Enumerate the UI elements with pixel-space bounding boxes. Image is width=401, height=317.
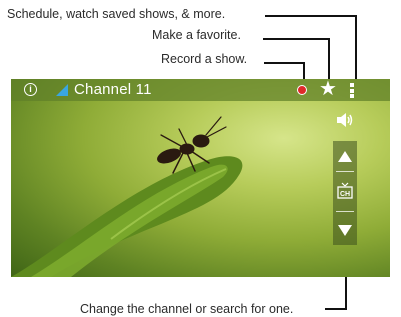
volume-icon[interactable]: [337, 113, 355, 127]
chevron-up-icon[interactable]: [338, 151, 352, 162]
callout-record: Record a show.: [161, 52, 248, 66]
record-icon[interactable]: [297, 85, 307, 95]
leader-record-h: [264, 62, 305, 64]
leader-menu-v: [355, 15, 357, 81]
signal-icon: [56, 84, 68, 96]
callout-channel: Change the channel or search for one.: [80, 302, 294, 316]
leader-channel-h: [325, 308, 347, 310]
leader-menu-h: [265, 15, 357, 17]
tv-guide-icon[interactable]: CH: [337, 182, 353, 200]
tv-screen: i Channel 11 ★ CH: [11, 79, 390, 277]
channel-title: Channel 11: [74, 81, 152, 98]
callout-menu: Schedule, watch saved shows, & more.: [7, 7, 226, 21]
info-icon[interactable]: i: [24, 83, 37, 96]
status-bar: i Channel 11 ★: [11, 79, 390, 101]
chevron-down-icon[interactable]: [338, 225, 352, 236]
menu-icon[interactable]: [350, 83, 354, 98]
divider: [336, 211, 354, 212]
guide-label: CH: [340, 191, 350, 198]
leader-favorite-v: [328, 38, 330, 81]
divider: [336, 171, 354, 172]
callout-favorite: Make a favorite.: [152, 28, 241, 42]
channel-control-panel: CH: [333, 141, 357, 245]
star-icon[interactable]: ★: [319, 79, 337, 100]
leader-favorite-h: [263, 38, 330, 40]
